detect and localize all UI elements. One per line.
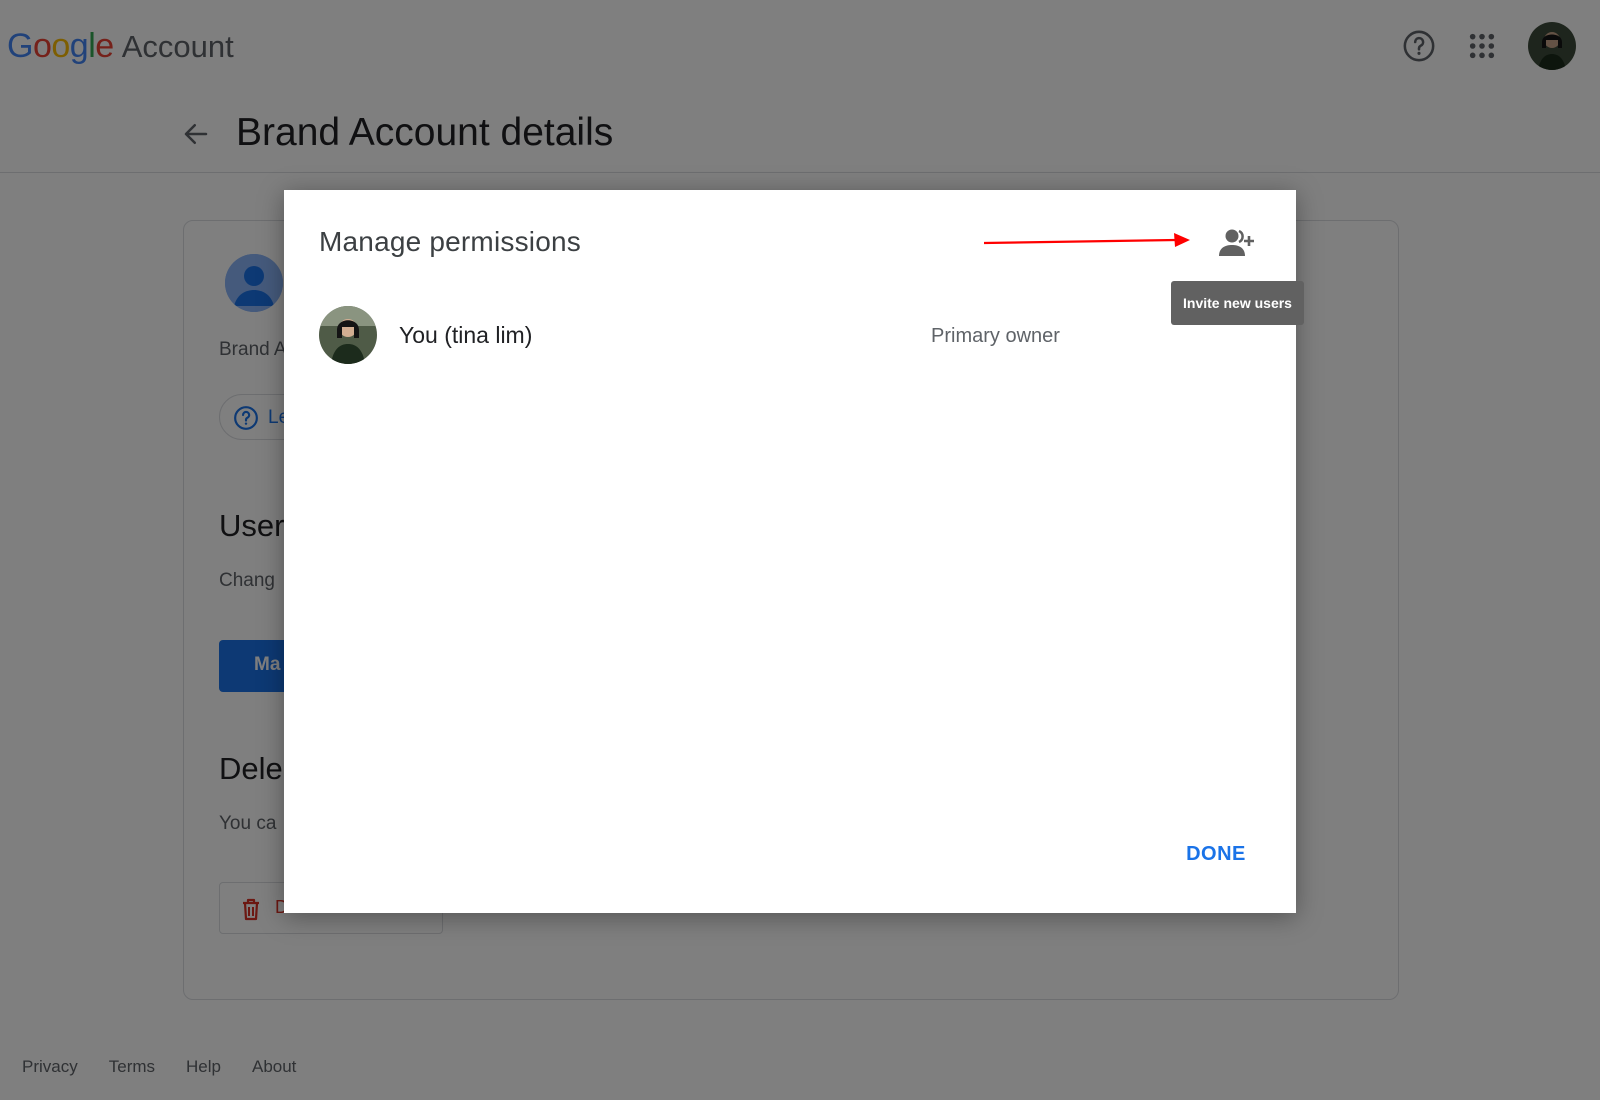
annotation-arrow-icon: [984, 233, 1190, 247]
permission-user-row[interactable]: You (tina lim) Primary owner: [319, 306, 1259, 366]
done-button[interactable]: DONE: [1176, 834, 1256, 874]
person-add-icon: [1219, 229, 1254, 256]
invite-users-button[interactable]: [1214, 224, 1258, 262]
dialog-title: Manage permissions: [319, 226, 581, 257]
user-avatar: [319, 306, 377, 364]
user-role: Primary owner: [931, 325, 1060, 347]
user-name: You (tina lim): [399, 322, 533, 348]
manage-permissions-dialog: Manage permissions Invite new users You …: [284, 190, 1304, 913]
